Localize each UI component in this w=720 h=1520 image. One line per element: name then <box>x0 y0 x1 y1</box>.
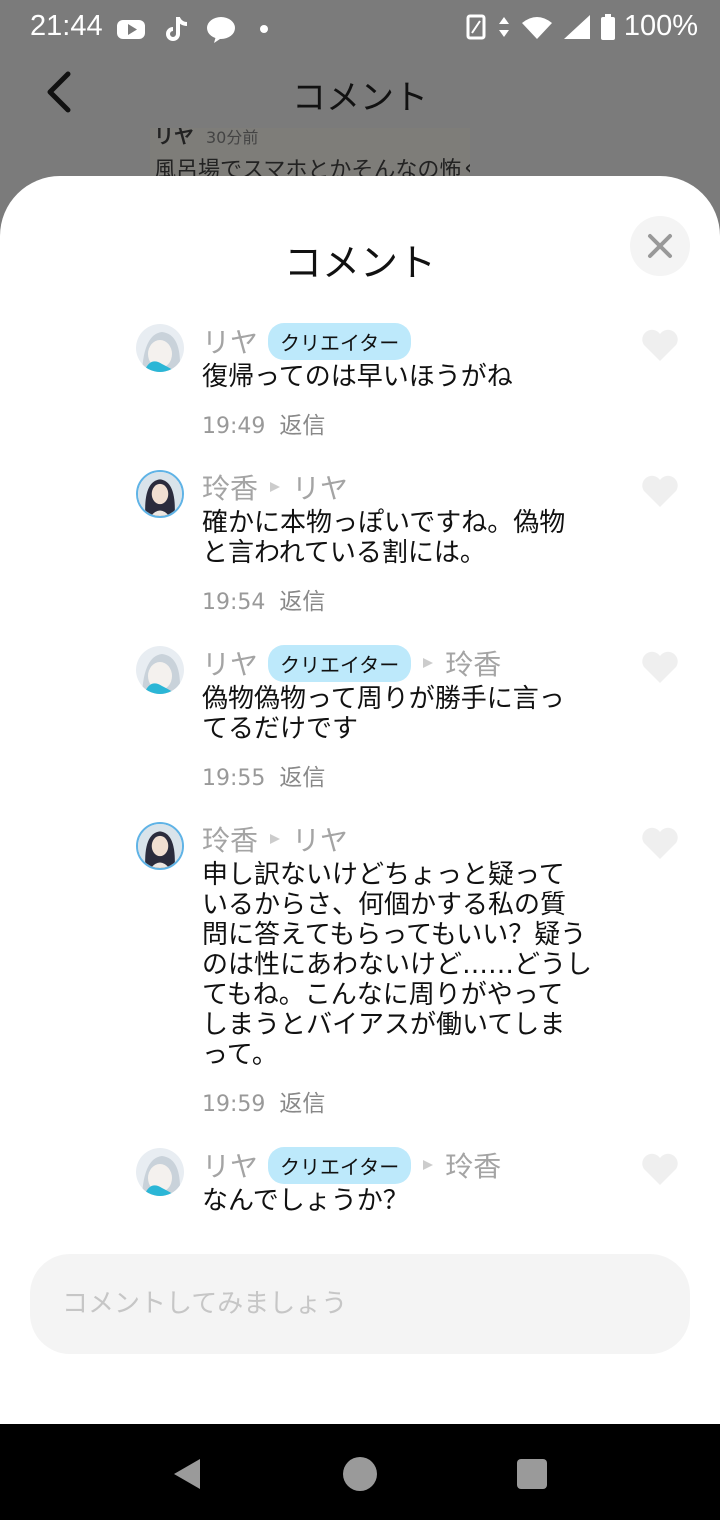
comment-text: なんでしょうか？ <box>202 1186 622 1216</box>
comment-time: 19:59 <box>202 1092 266 1117</box>
navigation-bar <box>0 1424 720 1520</box>
vibrate-icon <box>466 14 486 39</box>
heart-icon[interactable] <box>641 474 679 508</box>
comment-line: なんでしょうか？ <box>202 1186 409 1216</box>
battery-icon <box>600 13 615 40</box>
avatar[interactable] <box>136 822 184 870</box>
comment-footer: 19:59 返信 <box>202 1084 339 1118</box>
heart-icon[interactable] <box>641 826 679 860</box>
reply-button[interactable]: 返信 <box>279 413 325 439</box>
status-bar: 21:44 100% <box>0 0 720 58</box>
status-time: 21:44 <box>30 10 103 42</box>
comment-text: 復帰ってのは早いほうがね <box>202 362 622 392</box>
background-header: コメント <box>0 58 720 128</box>
comment-line: てもね。こんなに周りがやって <box>202 980 564 1010</box>
comment-footer: 19:49 返信 <box>202 406 339 440</box>
wifi-icon <box>521 16 552 39</box>
comment-line: 申し訳ないけどちょっと疑って <box>202 860 565 890</box>
youtube-icon <box>117 20 145 39</box>
creator-badge: クリエイター <box>268 322 412 360</box>
signal-icon <box>563 14 590 39</box>
reply-arrow-icon <box>270 834 281 844</box>
comment-input-box[interactable] <box>30 1254 690 1354</box>
status-right: 100% <box>464 10 698 43</box>
comment-footer: 19:55 返信 <box>202 758 339 792</box>
comment-time: 19:55 <box>202 766 266 791</box>
comment-line: 問に答えてもらってもいい？疑う <box>202 920 587 950</box>
comment-footer: 19:54 返信 <box>202 582 339 616</box>
reply-arrow-icon <box>423 1160 434 1170</box>
close-icon <box>648 234 672 258</box>
tiktok-icon <box>166 17 188 41</box>
reply-to-name[interactable]: 玲香 <box>445 643 501 683</box>
avatar[interactable] <box>136 324 184 372</box>
creator-badge: クリエイター <box>268 644 412 682</box>
comment-text: 申し訳ないけどちょっと疑って いるからさ、何個かする私の質 問に答えてもらっても… <box>202 860 622 1070</box>
background-snippet-time: 30分前 <box>206 128 259 147</box>
comment-line: 復帰ってのは早いほうがね <box>202 362 513 392</box>
creator-badge: クリエイター <box>268 1146 412 1184</box>
comment-line: と言われている割には。 <box>202 538 486 568</box>
comment-line: のは性にあわないけど……どうし <box>202 950 593 980</box>
avatar[interactable] <box>136 470 184 518</box>
reply-to-name[interactable]: リヤ <box>292 819 348 859</box>
comment-author[interactable]: 玲香 <box>202 467 258 507</box>
comment-line: しまうとバイアスが働いてしま <box>202 1010 566 1040</box>
nav-recents-icon[interactable] <box>512 1454 552 1494</box>
reply-arrow-icon <box>423 658 434 668</box>
reply-to-name[interactable]: 玲香 <box>445 1145 501 1185</box>
background-title: コメント <box>292 78 428 118</box>
avatar[interactable] <box>136 1148 184 1196</box>
comment-author[interactable]: リヤ <box>202 321 258 361</box>
heart-icon[interactable] <box>641 328 679 362</box>
comment-line: てるだけです <box>202 714 359 744</box>
close-button[interactable] <box>630 216 690 276</box>
avatar[interactable] <box>136 646 184 694</box>
comment-author[interactable]: リヤ <box>202 1145 258 1185</box>
background-snippet-name: リヤ <box>154 128 194 148</box>
dot-icon <box>260 25 268 33</box>
reply-button[interactable]: 返信 <box>279 765 325 791</box>
heart-icon[interactable] <box>641 650 679 684</box>
line-icon <box>207 17 235 43</box>
comment-input[interactable] <box>30 1254 662 1354</box>
reply-arrow-icon <box>270 482 281 492</box>
comment-time: 19:49 <box>202 414 266 439</box>
sheet-title: コメント <box>283 241 436 285</box>
comment-line: 偽物偽物って周りが勝手に言っ <box>202 684 565 714</box>
battery-percent: 100% <box>623 10 698 42</box>
comment-line: いるからさ、何個かする私の質 <box>202 890 567 920</box>
comment-author[interactable]: 玲香 <box>202 819 258 859</box>
comment-author[interactable]: リヤ <box>202 643 258 683</box>
nav-home-icon[interactable] <box>340 1454 380 1494</box>
comment-text: 確かに本物っぽいですね。偽物 と言われている割には。 <box>202 508 622 568</box>
background-comment-snippet: リヤ 30分前 風呂場でスマホとかそんなの怖く <box>150 128 470 176</box>
comment-text: 偽物偽物って周りが勝手に言っ てるだけです <box>202 684 622 744</box>
background-snippet-text: 風呂場でスマホとかそんなの怖く <box>154 158 470 176</box>
comment-sheet: コメント リヤ クリエイター 復帰ってのは早いほうがね 19:49 返信 玲香 <box>0 176 720 1424</box>
reply-button[interactable]: 返信 <box>279 589 325 615</box>
comment-line: って。 <box>202 1040 278 1070</box>
reply-button[interactable]: 返信 <box>279 1091 325 1117</box>
data-arrows-icon <box>498 16 509 37</box>
nav-back-icon[interactable] <box>168 1454 208 1494</box>
comment-time: 19:54 <box>202 590 266 615</box>
comment-line: 確かに本物っぽいですね。偽物 <box>202 508 566 538</box>
reply-to-name[interactable]: リヤ <box>292 467 348 507</box>
heart-icon[interactable] <box>641 1152 679 1186</box>
